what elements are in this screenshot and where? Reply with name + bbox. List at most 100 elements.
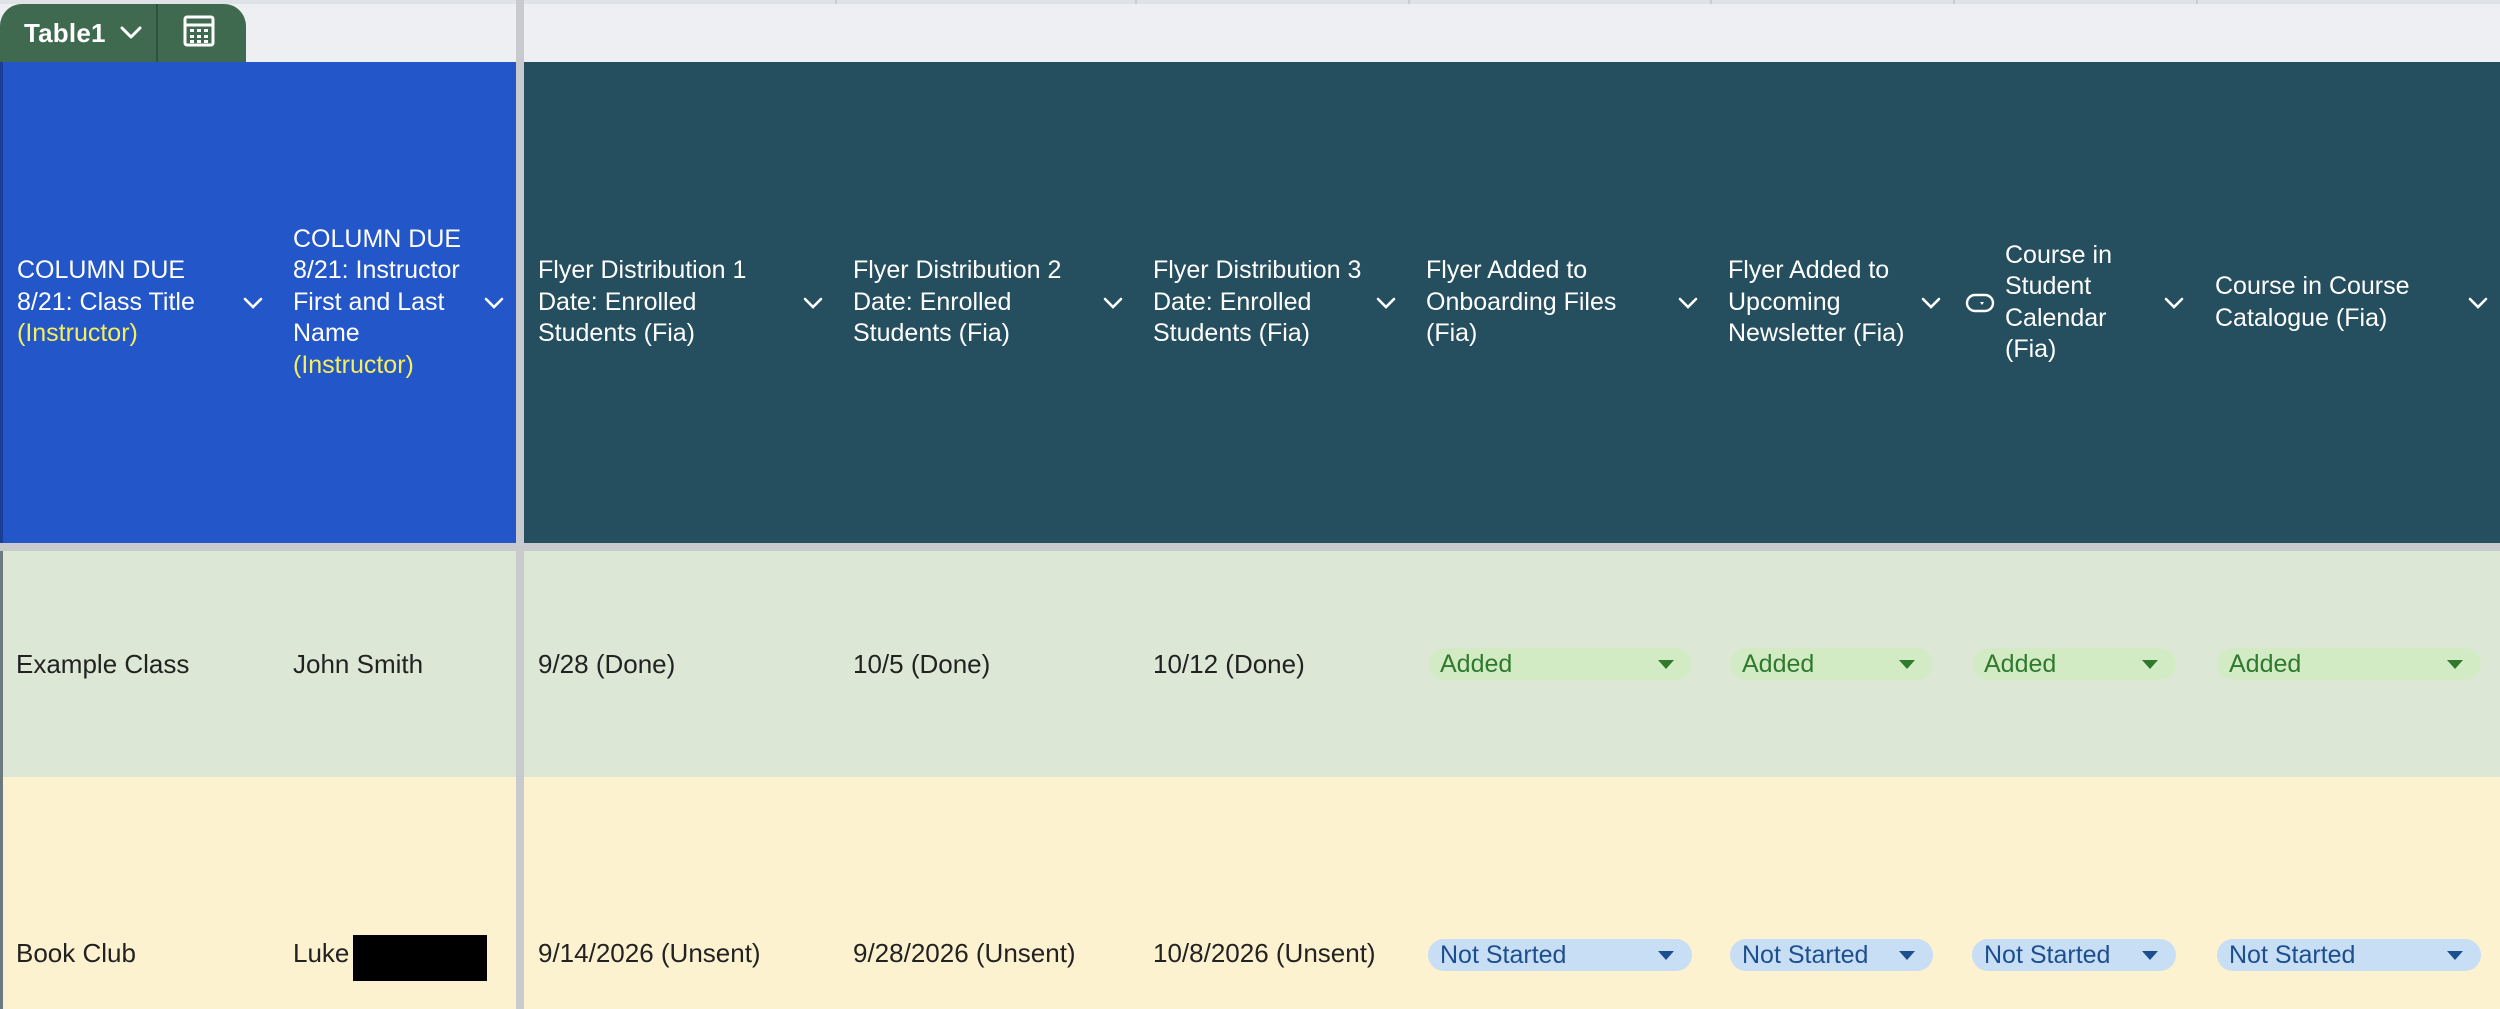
cell-onboarding: Not Started: [1408, 777, 1710, 1009]
caret-down-icon: [2447, 659, 2463, 669]
table-row: Example Class John Smith 9/28 (Done) 10/…: [0, 551, 2500, 777]
cell-distribution-3[interactable]: 10/8/2026 (Unsent): [1135, 777, 1408, 1009]
status-chip[interactable]: Not Started: [1730, 939, 1933, 971]
cell-text: Luke: [293, 938, 350, 968]
table-name-button[interactable]: Table1: [0, 4, 156, 62]
header-label: Course in Course Catalogue (Fia): [2215, 272, 2410, 332]
chevron-down-icon[interactable]: [484, 297, 516, 309]
status-chip[interactable]: Not Started: [1972, 939, 2176, 971]
column-boundary: [1135, 0, 1137, 4]
cell-class-title[interactable]: Book Club: [0, 777, 275, 1009]
caret-down-icon: [1658, 659, 1674, 669]
header-label: Course in Student Calendar (Fia): [2005, 240, 2112, 364]
cell-text: 10/5 (Done): [853, 648, 991, 679]
frozen-column-divider[interactable]: [516, 0, 524, 1009]
cell-distribution-3[interactable]: 10/12 (Done): [1135, 551, 1408, 777]
cell-catalogue: Not Started: [2196, 777, 2500, 1009]
header-label: Flyer Distribution 1 Date: Enrolled Stud…: [538, 256, 747, 348]
column-boundary: [1710, 0, 1712, 4]
header-flyer-distribution-1[interactable]: Flyer Distribution 1 Date: Enrolled Stud…: [524, 62, 835, 543]
calculator-icon: [182, 14, 216, 53]
chip-label: Not Started: [1742, 940, 1869, 969]
table-row: Book Club Luke 9/14/2026 (Unsent) 9/28/2…: [0, 777, 2500, 1009]
cell-instructor[interactable]: John Smith: [275, 551, 516, 777]
caret-down-icon: [1899, 950, 1915, 960]
header-label: COLUMN DUE 8/21: Class Title: [17, 256, 195, 316]
cell-calendar: Added: [1953, 551, 2196, 777]
cell-newsletter: Not Started: [1710, 777, 1953, 1009]
cell-text: 9/14/2026 (Unsent): [538, 938, 761, 968]
header-student-calendar[interactable]: Course in Student Calendar (Fia): [1953, 62, 2196, 543]
chip-label: Added: [1984, 649, 2057, 678]
cell-calendar: Not Started: [1953, 777, 2196, 1009]
chevron-down-icon[interactable]: [803, 297, 835, 309]
cell-text: 10/8/2026 (Unsent): [1153, 938, 1376, 968]
status-chip[interactable]: Added: [1972, 648, 2176, 680]
cell-text: 9/28/2026 (Unsent): [853, 938, 1076, 968]
cell-catalogue: Added: [2196, 551, 2500, 777]
chevron-down-icon[interactable]: [1921, 297, 1953, 309]
cell-text: John Smith: [293, 648, 424, 679]
caret-down-icon: [2142, 659, 2158, 669]
cell-instructor[interactable]: Luke: [275, 777, 516, 1009]
chevron-down-icon[interactable]: [243, 297, 275, 309]
status-chip[interactable]: Added: [1428, 648, 1692, 680]
table-tab-bar: Table1: [0, 0, 2500, 62]
column-letter-strip: [0, 0, 2500, 4]
header-divider: [0, 543, 2500, 551]
header-label: Flyer Distribution 2 Date: Enrolled Stud…: [853, 256, 1062, 348]
column-boundary: [835, 0, 837, 4]
caret-down-icon: [2447, 950, 2463, 960]
chevron-down-icon[interactable]: [1678, 297, 1710, 309]
column-boundary: [1408, 0, 1410, 4]
chevron-down-icon[interactable]: [2164, 297, 2196, 309]
cell-newsletter: Added: [1710, 551, 1953, 777]
status-chip[interactable]: Not Started: [2217, 939, 2481, 971]
chip-label: Added: [1742, 649, 1815, 678]
caret-down-icon: [1899, 659, 1915, 669]
header-label-highlight: (Instructor): [17, 319, 138, 348]
row-edge: [0, 551, 3, 1009]
calculator-button[interactable]: [158, 4, 240, 62]
chevron-down-icon[interactable]: [1103, 297, 1135, 309]
status-chip[interactable]: Not Started: [1428, 939, 1692, 971]
cell-text: 10/12 (Done): [1153, 648, 1305, 679]
column-boundary: [2196, 0, 2198, 4]
header-label-highlight: (Instructor): [293, 350, 414, 379]
chip-label: Not Started: [1984, 940, 2111, 969]
header-label: Flyer Added to Onboarding Files (Fia): [1426, 256, 1617, 348]
cell-text: Book Club: [16, 938, 136, 968]
cell-text: 9/28 (Done): [538, 648, 676, 679]
header-label: Flyer Distribution 3 Date: Enrolled Stud…: [1153, 256, 1362, 348]
chevron-down-icon[interactable]: [1376, 297, 1408, 309]
chip-label: Added: [2229, 649, 2302, 678]
cell-distribution-1[interactable]: 9/28 (Done): [524, 551, 835, 777]
header-flyer-distribution-3[interactable]: Flyer Distribution 3 Date: Enrolled Stud…: [1135, 62, 1408, 543]
chip-label: Added: [1440, 649, 1513, 678]
header-course-catalogue[interactable]: Course in Course Catalogue (Fia): [2196, 62, 2500, 543]
table-header-row: COLUMN DUE 8/21: Class Title (Instructor)…: [0, 62, 2500, 543]
header-onboarding-files[interactable]: Flyer Added to Onboarding Files (Fia): [1408, 62, 1710, 543]
header-label: COLUMN DUE 8/21: Instructor First and La…: [293, 224, 462, 348]
chip-label: Not Started: [2229, 940, 2356, 969]
cell-distribution-2[interactable]: 9/28/2026 (Unsent): [835, 777, 1135, 1009]
chevron-down-icon[interactable]: [2468, 297, 2500, 309]
caret-down-icon: [1658, 950, 1674, 960]
cell-onboarding: Added: [1408, 551, 1710, 777]
redaction-block: [353, 935, 488, 981]
header-label: Flyer Added to Upcoming Newsletter (Fia): [1728, 256, 1905, 348]
chevron-down-icon: [120, 26, 142, 40]
cell-distribution-2[interactable]: 10/5 (Done): [835, 551, 1135, 777]
column-boundary: [1953, 0, 1955, 4]
header-instructor-name[interactable]: COLUMN DUE 8/21: Instructor First and La…: [275, 62, 516, 543]
header-flyer-distribution-2[interactable]: Flyer Distribution 2 Date: Enrolled Stud…: [835, 62, 1135, 543]
header-upcoming-newsletter[interactable]: Flyer Added to Upcoming Newsletter (Fia): [1710, 62, 1953, 543]
dropdown-type-icon: [1965, 292, 1995, 314]
status-chip[interactable]: Added: [2217, 648, 2481, 680]
cell-distribution-1[interactable]: 9/14/2026 (Unsent): [524, 777, 835, 1009]
caret-down-icon: [2142, 950, 2158, 960]
chip-label: Not Started: [1440, 940, 1567, 969]
status-chip[interactable]: Added: [1730, 648, 1933, 680]
cell-class-title[interactable]: Example Class: [0, 551, 275, 777]
header-class-title[interactable]: COLUMN DUE 8/21: Class Title (Instructor): [0, 62, 275, 543]
